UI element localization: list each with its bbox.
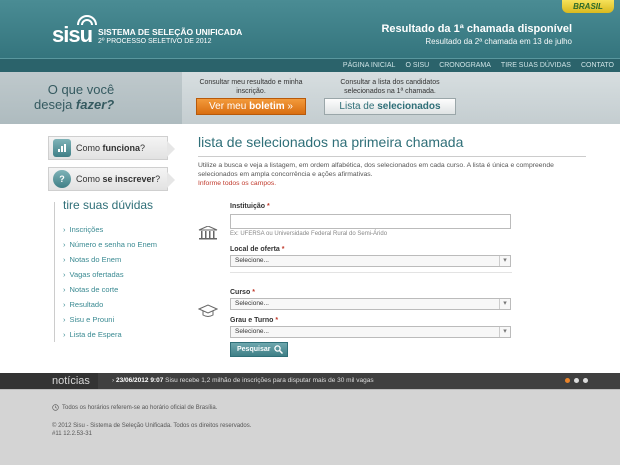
ver-boletim-button[interactable]: Ver meu boletim » bbox=[196, 98, 306, 115]
pesquisar-label: Pesquisar bbox=[237, 346, 271, 353]
como-se-inscrever-label: Como se inscrever? bbox=[76, 174, 161, 184]
version-text: #11 12.2.53-31 bbox=[52, 431, 92, 437]
question-icon: ? bbox=[53, 170, 71, 188]
bar-chart-icon bbox=[53, 139, 71, 157]
action-banner: O que você deseja fazer? Consultar meu r… bbox=[0, 72, 620, 124]
search-icon bbox=[274, 345, 283, 354]
banner-question-line2: deseja fazer? bbox=[34, 97, 115, 112]
sisu-logo-word: sisu bbox=[52, 15, 97, 46]
required-note: Informe todos os campos. bbox=[198, 180, 277, 187]
sisu-logo[interactable]: sisu SISTEMA DE SELEÇÃO UNIFICADA 2º PRO… bbox=[52, 15, 242, 46]
logo-arcs-icon bbox=[77, 15, 97, 26]
local-oferta-select[interactable]: Selecione... bbox=[230, 255, 511, 267]
page-title: lista de selecionados na primeira chamad… bbox=[198, 134, 464, 150]
chevron-right-icon: › bbox=[112, 377, 115, 384]
selecionados-cta-text: Consultar a lista dos candidatos selecio… bbox=[340, 79, 440, 95]
title-divider bbox=[198, 156, 586, 157]
graduation-cap-icon bbox=[198, 304, 218, 317]
page-description: Utilize a busca e veja a listagem, em or… bbox=[198, 161, 586, 188]
news-dot-3[interactable] bbox=[583, 378, 588, 383]
news-pagination bbox=[561, 378, 588, 383]
clock-icon bbox=[52, 404, 59, 411]
description-text: Utilize a busca e veja a listagem, em or… bbox=[198, 162, 554, 178]
news-dot-1[interactable] bbox=[565, 378, 570, 383]
nav-tire-suas-duvidas[interactable]: TIRE SUAS DÚVIDAS bbox=[501, 60, 571, 72]
news-headline: Sisu recebe 1,2 milhão de inscrições par… bbox=[165, 377, 374, 384]
faq-item-numero-senha[interactable]: Número e senha no Enem bbox=[63, 237, 184, 252]
result-subtitle: Resultado da 2ª chamada em 13 de julho bbox=[425, 37, 572, 46]
nav-cronograma[interactable]: CRONOGRAMA bbox=[439, 60, 491, 72]
news-ticker: notícias › 23/06/2012 9:07 Sisu recebe 1… bbox=[0, 373, 620, 389]
instituicao-input[interactable] bbox=[230, 214, 511, 229]
double-chevron-icon: » bbox=[287, 101, 293, 112]
faq-item-vagas[interactable]: Vagas ofertadas bbox=[63, 267, 184, 282]
arrow-right-icon bbox=[167, 172, 175, 188]
faq-item-notas-corte[interactable]: Notas de corte bbox=[63, 282, 184, 297]
news-label: notícias bbox=[0, 373, 98, 389]
search-form: Instituição * Ex: UFERSA ou Universidade… bbox=[230, 202, 512, 338]
lista-selecionados-button[interactable]: Lista de selecionados bbox=[324, 98, 456, 115]
local-oferta-label: Local de oferta * bbox=[230, 246, 285, 253]
timezone-note: Todos os horários referem-se ao horário … bbox=[52, 404, 217, 411]
banner-question-line1: O que você bbox=[47, 82, 115, 97]
banner-question-panel: O que você deseja fazer? bbox=[0, 72, 182, 124]
pesquisar-button[interactable]: Pesquisar bbox=[230, 342, 288, 357]
grau-turno-label: Grau e Turno * bbox=[230, 317, 279, 324]
faq-item-notas-enem[interactable]: Notas do Enem bbox=[63, 252, 184, 267]
news-item[interactable]: › 23/06/2012 9:07 Sisu recebe 1,2 milhão… bbox=[112, 373, 374, 389]
logo-line1: SISTEMA DE SELEÇÃO UNIFICADA bbox=[98, 27, 243, 37]
faq-list: tire suas dúvidas Inscrições Número e se… bbox=[54, 198, 184, 342]
instituicao-label: Instituição * bbox=[230, 203, 270, 210]
result-title: Resultado da 1ª chamada disponível bbox=[381, 23, 572, 35]
nav-pagina-inicial[interactable]: PÁGINA INICIAL bbox=[343, 60, 396, 72]
news-dot-2[interactable] bbox=[574, 378, 579, 383]
logo-line2: 2º PROCESSO SELETIVO DE 2012 bbox=[98, 38, 212, 45]
faq-title: tire suas dúvidas bbox=[63, 198, 154, 212]
curso-label: Curso * bbox=[230, 289, 255, 296]
form-divider bbox=[230, 272, 512, 273]
boletim-cta-text: Consultar meu resultado e minha inscriçã… bbox=[199, 79, 303, 95]
faq-item-inscricoes[interactable]: Inscrições bbox=[63, 222, 184, 237]
brasil-gov-tab[interactable]: BRASIL bbox=[562, 0, 614, 13]
boletim-cta: Consultar meu resultado e minha inscriçã… bbox=[196, 78, 306, 115]
nav-o-sisu[interactable]: O SISU bbox=[405, 60, 429, 72]
grau-turno-select[interactable]: Selecione... bbox=[230, 326, 511, 338]
site-footer: Todos os horários referem-se ao horário … bbox=[0, 389, 620, 465]
faq-item-lista-espera[interactable]: Lista de Espera bbox=[63, 327, 184, 342]
selecionados-cta: Consultar a lista dos candidatos selecio… bbox=[324, 78, 456, 115]
banner-question: O que você deseja fazer? bbox=[34, 82, 114, 112]
curso-select[interactable]: Selecione... bbox=[230, 298, 511, 310]
copyright: © 2012 Sisu - Sistema de Seleção Unifica… bbox=[52, 422, 251, 438]
como-funciona-label: Como funciona? bbox=[76, 143, 146, 153]
como-funciona-button[interactable]: Como funciona? bbox=[48, 136, 175, 160]
site-header: BRASIL sisu SISTEMA DE SELEÇÃO UNIFICADA… bbox=[0, 0, 620, 72]
arrow-right-icon bbox=[167, 141, 175, 157]
logo-text: SISTEMA DE SELEÇÃO UNIFICADA 2º PROCESSO… bbox=[98, 27, 242, 46]
main-content: Como funciona? ? Como se inscrever? tire… bbox=[0, 124, 620, 373]
faq-item-resultado[interactable]: Resultado bbox=[63, 297, 184, 312]
como-se-inscrever-button[interactable]: ? Como se inscrever? bbox=[48, 167, 175, 191]
top-navigation: PÁGINA INICIAL O SISU CRONOGRAMA TIRE SU… bbox=[0, 58, 620, 72]
faq-item-sisu-prouni[interactable]: Sisu e Prouni bbox=[63, 312, 184, 327]
institution-building-icon bbox=[198, 226, 218, 240]
result-announcement: Resultado da 1ª chamada disponível Resul… bbox=[381, 22, 572, 48]
nav-contato[interactable]: CONTATO bbox=[581, 60, 614, 72]
news-date: 23/06/2012 9:07 bbox=[115, 377, 164, 384]
copyright-text: © 2012 Sisu - Sistema de Seleção Unifica… bbox=[52, 423, 252, 429]
instituicao-hint: Ex: UFERSA ou Universidade Federal Rural… bbox=[230, 231, 388, 237]
